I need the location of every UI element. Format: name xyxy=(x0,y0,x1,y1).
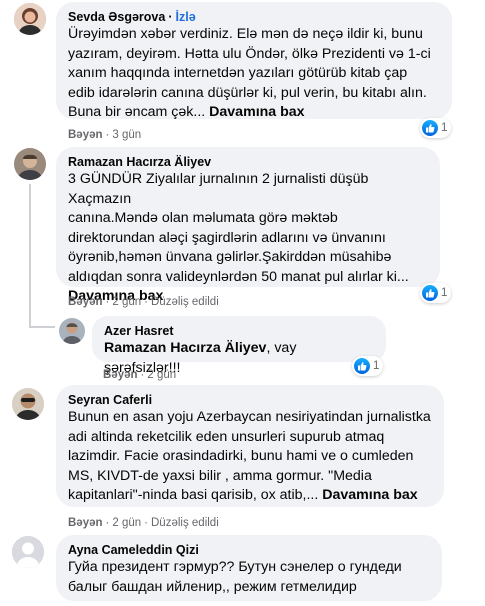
comment-actions: Bəyən · 2 gün xyxy=(103,369,177,381)
comment-actions: Bəyən · 2 gün · Düzəliş edildi xyxy=(68,517,219,529)
comment-text: Bunun en asan yoju Azerbaycan nesiriyati… xyxy=(68,409,431,503)
comment-actions: Bəyən · 3 gün xyxy=(68,129,142,141)
like-button[interactable]: Bəyən xyxy=(103,369,138,381)
comment-text: Ürəyimdən xəbər verdiniz. Elə mən də neç… xyxy=(68,26,431,120)
comment-text: 3 GÜNDÜR Ziyalılar jurnalının 2 jurnalis… xyxy=(68,171,409,304)
like-button[interactable]: Bəyən xyxy=(68,296,103,308)
comment-bubble: Ayna Cameleddin Qizi Гуйа президент гэрм… xyxy=(56,535,442,601)
comment-bubble: Sevda Əsgərova · İzlə Ürəyimdən xəbər verd… xyxy=(56,2,452,120)
comment-author[interactable]: Azer Hasret xyxy=(104,323,374,339)
profile-photo-icon xyxy=(12,388,44,420)
comment-bubble: Azer Hasret Ramazan Hacırza Äliyev, vay … xyxy=(92,316,386,376)
like-button[interactable]: Bəyən xyxy=(68,129,103,141)
comment-bubble: Ramazan Hacırza Äliyev 3 GÜNDÜR Ziyalıla… xyxy=(56,147,440,304)
edited-label: Düzəliş edildi xyxy=(151,296,219,308)
avatar[interactable] xyxy=(59,318,85,344)
mention-link[interactable]: Ramazan Hacırza Äliyev xyxy=(104,340,266,356)
comment-author[interactable]: Ayna Cameleddin Qizi xyxy=(68,542,430,558)
like-button[interactable]: Bəyən xyxy=(68,517,103,529)
comment-time[interactable]: 2 gün xyxy=(112,517,141,529)
thread-line xyxy=(29,326,55,328)
profile-photo-icon xyxy=(14,3,46,35)
profile-photo-icon xyxy=(59,318,85,344)
reaction-count[interactable]: 1 xyxy=(352,356,384,376)
comment-bubble: Seyran Caferli Bunun en asan yoju Azerba… xyxy=(56,385,444,507)
comment-text: Гуйа президент гэрмур?? Бутун сэнелер о … xyxy=(68,559,402,595)
like-reaction-icon xyxy=(354,358,370,374)
like-reaction-icon xyxy=(422,120,438,136)
avatar[interactable] xyxy=(12,388,44,420)
comment-actions: Bəyən · 2 gün · Düzəliş edildi xyxy=(68,296,219,308)
edited-label: Düzəliş edildi xyxy=(151,517,219,529)
default-profile-icon xyxy=(12,536,44,568)
see-more-link[interactable]: Davamına bax xyxy=(322,487,417,503)
avatar[interactable] xyxy=(12,536,44,568)
thread-line xyxy=(29,184,31,326)
comment-author[interactable]: Ramazan Hacırza Äliyev xyxy=(68,154,428,170)
comment-author[interactable]: Seyran Caferli xyxy=(68,392,432,408)
avatar[interactable] xyxy=(14,3,46,35)
comment-time[interactable]: 2 gün xyxy=(147,369,176,381)
profile-photo-icon xyxy=(14,148,46,180)
see-more-link[interactable]: Davamına bax xyxy=(209,104,304,120)
follow-button[interactable]: İzlə xyxy=(176,10,196,24)
reaction-count[interactable]: 1 xyxy=(420,118,452,138)
reaction-count[interactable]: 1 xyxy=(420,283,452,303)
comment-time[interactable]: 3 gün xyxy=(112,129,141,141)
like-reaction-icon xyxy=(422,285,438,301)
comment-time[interactable]: 2 gün xyxy=(112,296,141,308)
avatar[interactable] xyxy=(14,148,46,180)
comment-author[interactable]: Sevda Əsgərova xyxy=(68,10,165,24)
